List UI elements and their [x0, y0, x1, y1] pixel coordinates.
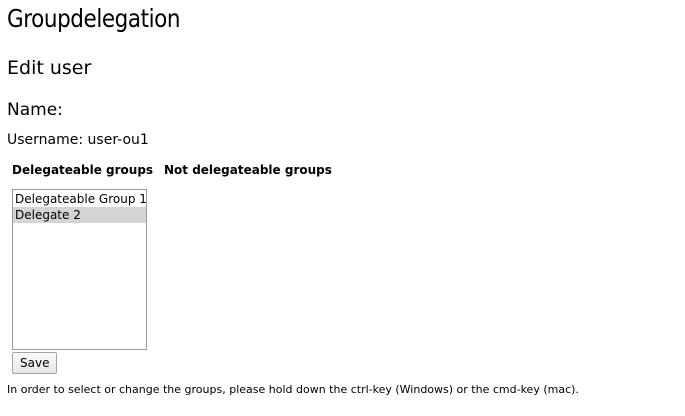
name-label: Name: — [7, 100, 63, 120]
group-option[interactable]: Delegate 2 — [13, 207, 146, 223]
not-delegateable-groups-header: Not delegateable groups — [164, 163, 332, 177]
page: Groupdelegation Edit user Name: Username… — [0, 0, 685, 416]
page-heading: Edit user — [7, 57, 92, 79]
help-text: In order to select or change the groups,… — [7, 383, 579, 396]
delegateable-groups-listbox[interactable]: Delegateable Group 1 Delegate 2 — [12, 189, 147, 350]
save-button[interactable]: Save — [12, 352, 58, 374]
username-line: Username: user-ou1 — [7, 132, 149, 148]
group-option[interactable]: Delegateable Group 1 — [13, 191, 146, 207]
app-title: Groupdelegation — [7, 4, 181, 33]
delegateable-groups-header: Delegateable groups — [12, 163, 154, 177]
